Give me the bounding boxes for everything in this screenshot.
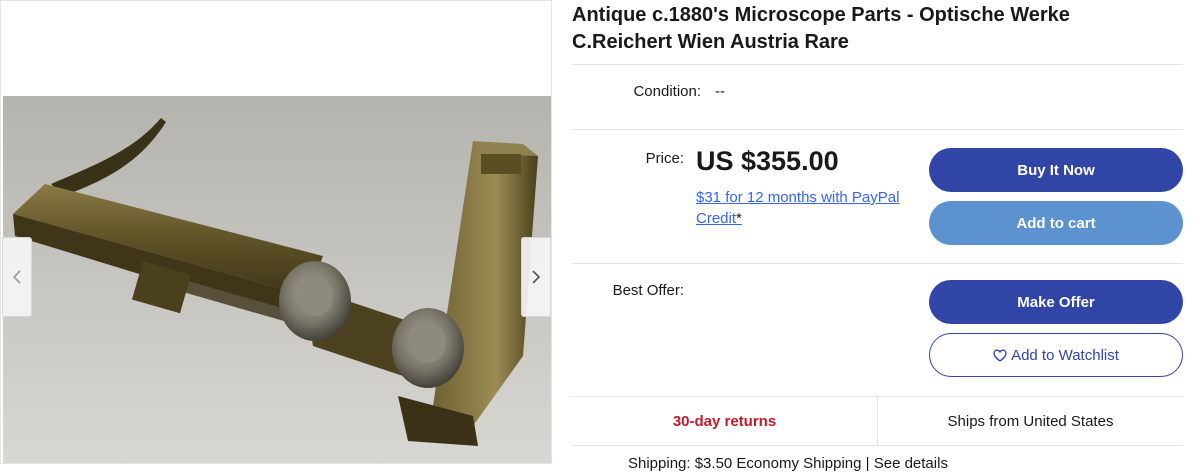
- credit-asterisk: *: [736, 210, 742, 227]
- add-to-cart-button[interactable]: Add to cart: [929, 201, 1183, 245]
- best-offer-label: Best Offer:: [612, 282, 684, 299]
- add-to-watchlist-button[interactable]: Add to Watchlist: [929, 333, 1183, 377]
- price-label: Price:: [645, 150, 684, 167]
- divider: [572, 263, 1183, 264]
- make-offer-button[interactable]: Make Offer: [929, 280, 1183, 324]
- paypal-credit-text[interactable]: $31 for 12 months with PayPal Credit: [696, 189, 899, 227]
- next-image-button[interactable]: [521, 237, 551, 317]
- condition-label: Condition:: [633, 83, 701, 100]
- add-to-cart-label: Add to cart: [1016, 214, 1096, 232]
- chevron-right-icon: [532, 270, 541, 284]
- heart-icon: [993, 349, 1007, 362]
- returns-shipping-summary: 30-day returns Ships from United States: [572, 396, 1183, 446]
- buy-it-now-button[interactable]: Buy It Now: [929, 148, 1183, 192]
- divider: [572, 129, 1183, 130]
- paypal-credit-link[interactable]: $31 for 12 months with PayPal Credit*: [696, 187, 921, 229]
- product-image[interactable]: [3, 96, 551, 464]
- condition-value: --: [715, 83, 725, 100]
- make-offer-label: Make Offer: [1017, 293, 1095, 311]
- chevron-left-icon: [12, 270, 21, 284]
- ships-from: Ships from United States: [947, 412, 1114, 430]
- buy-it-now-label: Buy It Now: [1017, 161, 1095, 179]
- divider: [572, 64, 1183, 65]
- price-value: US $355.00: [696, 146, 839, 176]
- previous-image-button[interactable]: [2, 237, 32, 317]
- returns-policy[interactable]: 30-day returns: [572, 397, 878, 445]
- add-to-watchlist-label: Add to Watchlist: [1011, 346, 1119, 364]
- listing-title: Antique c.1880's Microscope Parts - Opti…: [572, 4, 1070, 53]
- image-gallery: [0, 0, 552, 464]
